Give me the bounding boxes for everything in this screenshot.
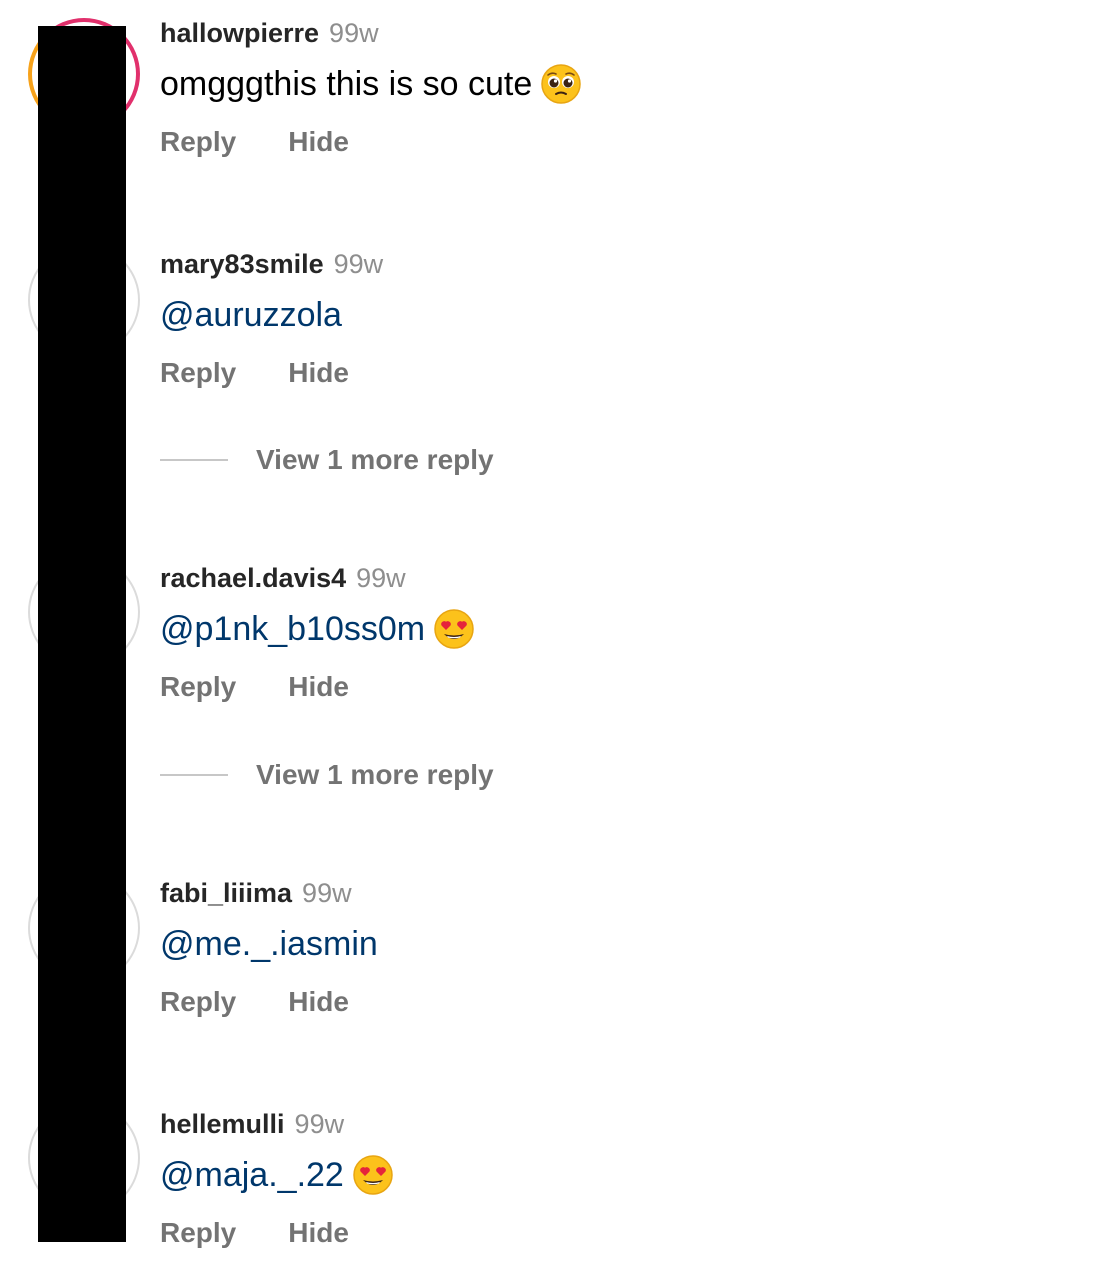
mention-link[interactable]: @me._.iasmin [160,925,378,964]
comment-actions: Reply Hide [160,126,1080,160]
comment-item: mary83smile 99w @auruzzola Reply Hide [160,249,1080,391]
reply-button[interactable]: Reply [160,986,236,1020]
comment-text: @maja._.22 [160,1155,1080,1195]
comment-text-content: omgggthis this is so cute [160,64,533,103]
comment-timestamp: 99w [302,878,352,908]
comment-actions: Reply Hide [160,357,1080,391]
comment-text: omgggthis this is so cute [160,64,1080,104]
hide-button[interactable]: Hide [288,986,349,1020]
comment-meta: mary83smile 99w [160,249,1080,281]
reply-button[interactable]: Reply [160,357,236,391]
comment-username[interactable]: fabi_liiima [160,878,292,909]
comment-text: @me._.iasmin [160,924,1080,964]
comment-timestamp: 99w [294,1109,345,1139]
comment-timestamp: 99w [329,18,379,48]
comment-actions: Reply Hide [160,1217,1080,1251]
comment-text: @auruzzola [160,295,1080,335]
view-more-replies-button[interactable]: View 1 more reply [160,757,494,793]
comment-item: hellemulli 99w @maja._.22 Reply Hide [160,1109,1080,1251]
comment-username[interactable]: rachael.davis4 [160,563,346,594]
view-more-replies-label: View 1 more reply [256,759,494,790]
mention-link[interactable]: @maja._.22 [160,1156,344,1195]
hide-button[interactable]: Hide [288,126,349,160]
heart-eyes-emoji [433,608,475,650]
comment-username[interactable]: hallowpierre [160,18,319,49]
comment-item: hallowpierre 99w omgggthis this is so cu… [160,18,1080,160]
comment-timestamp: 99w [356,563,406,593]
redaction-bar [38,26,126,1242]
reply-button[interactable]: Reply [160,671,236,705]
reply-button[interactable]: Reply [160,1217,236,1251]
mention-link[interactable]: @p1nk_b10ss0m [160,610,425,649]
comment-actions: Reply Hide [160,671,1080,705]
divider-line [160,459,228,461]
comment-text: @p1nk_b10ss0m [160,609,1080,649]
view-more-replies-button[interactable]: View 1 more reply [160,442,494,478]
heart-eyes-emoji [352,1154,394,1196]
comment-item: rachael.davis4 99w @p1nk_b10ss0m Reply H… [160,563,1080,705]
comment-username[interactable]: hellemulli [160,1109,285,1140]
reply-button[interactable]: Reply [160,126,236,160]
view-more-replies-label: View 1 more reply [256,444,494,475]
hide-button[interactable]: Hide [288,357,349,391]
divider-line [160,774,228,776]
mention-link[interactable]: @auruzzola [160,296,342,335]
comment-meta: fabi_liiima 99w [160,878,1080,910]
comment-meta: hallowpierre 99w [160,18,1080,50]
hide-button[interactable]: Hide [288,671,349,705]
pleading-face-emoji [540,63,582,105]
comment-meta: hellemulli 99w [160,1109,1080,1141]
comment-username[interactable]: mary83smile [160,249,324,280]
comment-timestamp: 99w [333,249,384,279]
comment-item: fabi_liiima 99w @me._.iasmin Reply Hide [160,878,1080,1020]
comment-meta: rachael.davis4 99w [160,563,1080,595]
comment-actions: Reply Hide [160,986,1080,1020]
hide-button[interactable]: Hide [288,1217,349,1251]
